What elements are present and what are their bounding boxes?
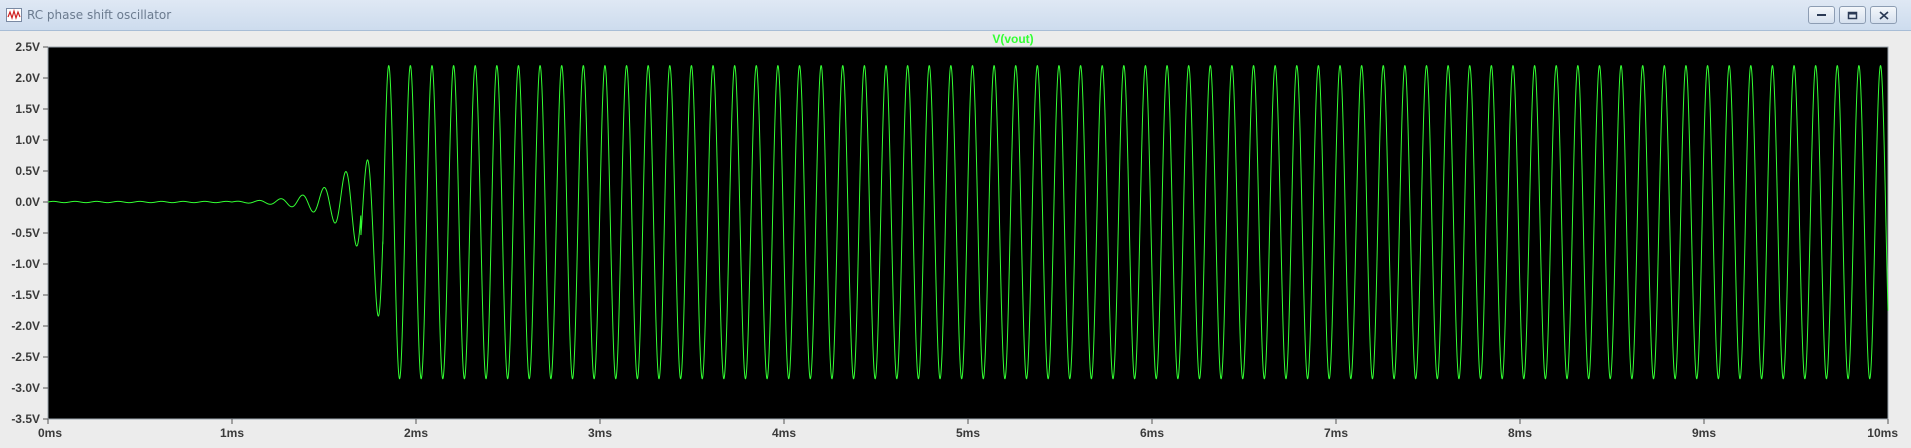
minimize-icon	[1817, 14, 1826, 16]
y-tick-label: 0.5V	[15, 164, 40, 178]
y-tick-label: -3.5V	[11, 412, 40, 426]
y-tick-label: 0.0V	[15, 195, 40, 209]
y-tick-label: -0.5V	[11, 226, 40, 240]
x-tick-label: 0ms	[38, 426, 62, 440]
window-titlebar[interactable]: RC phase shift oscillator	[0, 0, 1911, 31]
x-tick-label: 3ms	[588, 426, 612, 440]
waveform-app-icon	[6, 8, 22, 22]
x-tick-label: 6ms	[1140, 426, 1164, 440]
close-icon	[1878, 10, 1889, 20]
x-tick-label: 5ms	[956, 426, 980, 440]
y-tick-label: -1.0V	[11, 257, 40, 271]
y-tick-label: -1.5V	[11, 288, 40, 302]
x-tick-label: 7ms	[1324, 426, 1348, 440]
y-tick-label: -3.0V	[11, 381, 40, 395]
y-tick-label: -2.0V	[11, 319, 40, 333]
waveform-plot[interactable]: V(vout) 2.5V 2.0V 1.5V 1.0V 0.5V 0.0V -0.5V -1.0…	[0, 31, 1911, 448]
y-tick-label: -2.5V	[11, 350, 40, 364]
y-tick-label: 2.0V	[15, 71, 40, 85]
x-tick-label: 1ms	[220, 426, 244, 440]
x-tick-label: 2ms	[404, 426, 428, 440]
x-tick-label: 10ms	[1867, 426, 1898, 440]
close-button[interactable]	[1870, 6, 1897, 24]
x-tick-label: 4ms	[772, 426, 796, 440]
y-tick-label: 1.0V	[15, 133, 40, 147]
plot-pane[interactable]: V(vout) 2.5V 2.0V 1.5V 1.0V 0.5V 0.0V -0.5V -1.0…	[0, 31, 1911, 448]
y-tick-label: 1.5V	[15, 102, 40, 116]
restore-icon	[1847, 11, 1858, 19]
window-title: RC phase shift oscillator	[27, 8, 172, 22]
y-tick-label: 2.5V	[15, 40, 40, 54]
x-tick-label: 9ms	[1692, 426, 1716, 440]
restore-button[interactable]	[1839, 6, 1866, 24]
trace-title[interactable]: V(vout)	[992, 32, 1033, 46]
minimize-button[interactable]	[1808, 6, 1835, 24]
x-tick-label: 8ms	[1508, 426, 1532, 440]
